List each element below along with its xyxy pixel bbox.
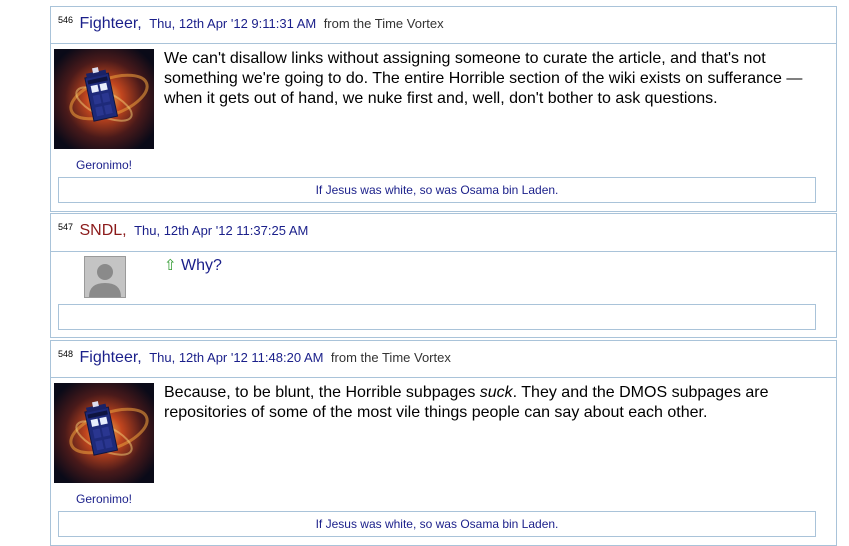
post-header: 546 Fighteer, Thu, 12th Apr '12 9:11:31 … bbox=[51, 7, 836, 44]
avatar-caption: Geronimo! bbox=[75, 158, 133, 172]
tardis-avatar-icon bbox=[54, 49, 154, 149]
post-body: We can't disallow links without assignin… bbox=[164, 50, 803, 107]
post-header: 548 Fighteer, Thu, 12th Apr '12 11:48:20… bbox=[51, 341, 836, 378]
post-number: 546 bbox=[58, 15, 74, 25]
forum-post: 546 Fighteer, Thu, 12th Apr '12 9:11:31 … bbox=[50, 6, 837, 212]
author-link[interactable]: Fighteer bbox=[79, 349, 137, 366]
post-number: 547 bbox=[58, 222, 74, 232]
author-link[interactable]: SNDL bbox=[79, 222, 122, 239]
default-avatar-icon bbox=[85, 257, 125, 297]
post-origin: from the Time Vortex bbox=[330, 350, 451, 365]
author-link[interactable]: Fighteer bbox=[79, 15, 137, 32]
avatar[interactable] bbox=[54, 49, 154, 149]
post-timestamp: Thu, 12th Apr '12 11:48:20 AM bbox=[149, 350, 324, 365]
avatar[interactable] bbox=[84, 256, 126, 298]
post-timestamp: Thu, 12th Apr '12 9:11:31 AM bbox=[149, 16, 317, 31]
up-arrow-icon[interactable]: ⇧ bbox=[164, 257, 177, 274]
post-signature: If Jesus was white, so was Osama bin Lad… bbox=[58, 511, 816, 537]
post-signature: If Jesus was white, so was Osama bin Lad… bbox=[58, 177, 816, 203]
forum-post: 547 SNDL, Thu, 12th Apr '12 11:37:25 AM … bbox=[50, 213, 837, 338]
avatar-caption: Geronimo! bbox=[75, 492, 133, 506]
post-signature bbox=[58, 304, 816, 330]
post-body: Because, to be blunt, the Horrible subpa… bbox=[164, 383, 814, 423]
post-body-text: Because, to be blunt, the Horrible subpa… bbox=[164, 384, 480, 401]
post-body-emphasis: suck bbox=[479, 384, 513, 401]
post-number: 548 bbox=[58, 349, 74, 359]
post-origin: from the Time Vortex bbox=[323, 16, 444, 31]
reply-link[interactable]: Why? bbox=[181, 257, 222, 274]
forum-post: 548 Fighteer, Thu, 12th Apr '12 11:48:20… bbox=[50, 340, 837, 546]
post-header: 547 SNDL, Thu, 12th Apr '12 11:37:25 AM bbox=[51, 214, 836, 252]
post-timestamp: Thu, 12th Apr '12 11:37:25 AM bbox=[134, 223, 309, 238]
avatar[interactable] bbox=[54, 383, 154, 483]
tardis-avatar-icon bbox=[54, 383, 154, 483]
post-body: ⇧ Why? bbox=[164, 256, 814, 276]
